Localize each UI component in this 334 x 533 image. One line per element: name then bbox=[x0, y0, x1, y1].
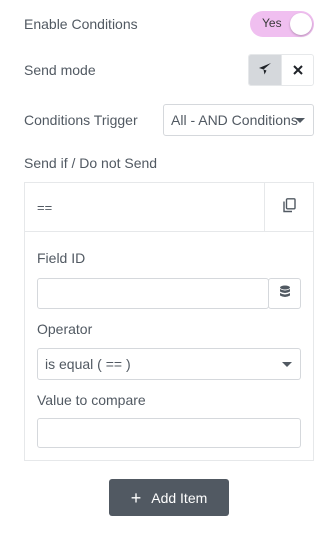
repeater-item: == Field ID Operator is equal ( == ) Val… bbox=[24, 182, 314, 461]
add-item-button[interactable]: + Add Item bbox=[109, 479, 229, 516]
value-to-compare-input[interactable] bbox=[37, 418, 301, 448]
operator-label: Operator bbox=[37, 321, 93, 337]
plus-icon: + bbox=[130, 487, 142, 508]
database-icon bbox=[279, 285, 291, 302]
enable-conditions-toggle[interactable]: Yes bbox=[250, 11, 314, 37]
duplicate-button[interactable] bbox=[264, 183, 313, 231]
send-mode-label: Send mode bbox=[24, 62, 96, 78]
send-mode-row: Send mode bbox=[24, 54, 314, 86]
conditions-trigger-row: Conditions Trigger All - AND Conditions bbox=[24, 104, 314, 136]
dynamic-tags-button[interactable] bbox=[268, 278, 301, 309]
send-if-label: Send if / Do not Send bbox=[24, 155, 158, 171]
close-icon bbox=[292, 62, 303, 78]
field-id-label: Field ID bbox=[37, 250, 86, 266]
conditions-trigger-value: All - AND Conditions bbox=[171, 112, 298, 128]
operator-select[interactable]: is equal ( == ) bbox=[37, 348, 301, 380]
enable-conditions-label: Enable Conditions bbox=[24, 16, 138, 32]
conditions-trigger-select[interactable]: All - AND Conditions bbox=[163, 104, 314, 136]
field-id-input[interactable] bbox=[37, 278, 269, 309]
conditions-trigger-label: Conditions Trigger bbox=[24, 112, 138, 128]
paper-plane-icon bbox=[258, 62, 272, 79]
chevron-down-icon bbox=[295, 118, 305, 123]
add-item-label: Add Item bbox=[151, 489, 208, 506]
chevron-down-icon bbox=[282, 362, 292, 367]
toggle-knob bbox=[290, 13, 312, 35]
send-mode-switcher bbox=[248, 54, 314, 86]
value-to-compare-label: Value to compare bbox=[37, 392, 146, 408]
enable-conditions-row: Enable Conditions Yes bbox=[24, 11, 314, 37]
send-mode-nosend-button[interactable] bbox=[281, 55, 313, 85]
copy-icon bbox=[282, 198, 296, 216]
repeater-item-title: == bbox=[37, 199, 53, 215]
toggle-text: Yes bbox=[262, 16, 282, 30]
send-mode-send-button[interactable] bbox=[249, 55, 281, 85]
repeater-item-header[interactable]: == bbox=[25, 183, 313, 232]
operator-value: is equal ( == ) bbox=[45, 356, 131, 372]
